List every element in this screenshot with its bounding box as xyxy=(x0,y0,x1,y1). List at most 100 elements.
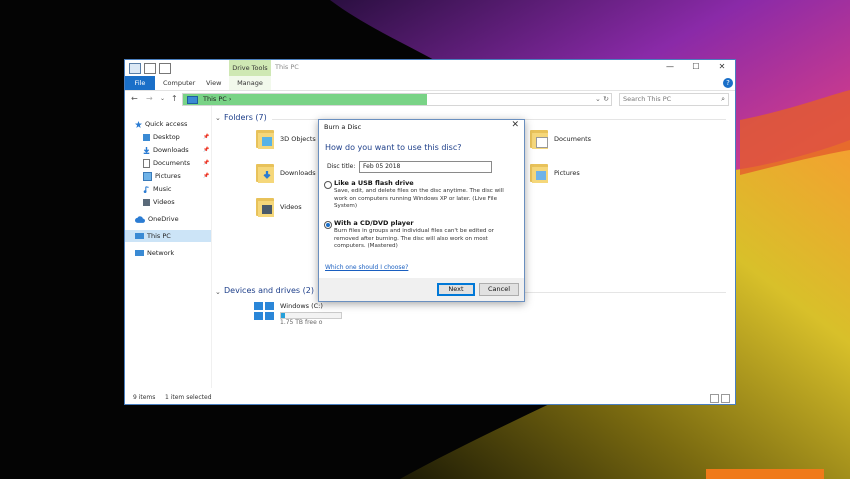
pin-icon: 📌 xyxy=(203,160,210,166)
tab-computer[interactable]: Computer xyxy=(163,76,195,90)
this-pc-icon xyxy=(129,63,141,74)
pictures-icon xyxy=(143,171,152,181)
folder-videos-icon xyxy=(256,196,274,218)
navigation-pane: Quick access Desktop 📌 Downloads 📌 Docum… xyxy=(125,112,211,387)
folder-documents-icon xyxy=(530,128,548,150)
folder-3d-icon xyxy=(256,128,274,150)
videos-icon xyxy=(143,198,150,206)
dialog-question: How do you want to use this disc? xyxy=(325,143,462,152)
pin-icon: 📌 xyxy=(203,173,210,179)
back-arrow-icon[interactable]: ← xyxy=(131,92,138,106)
address-end-controls: ⌄ ↻ xyxy=(595,94,609,105)
folder-videos[interactable]: Videos xyxy=(256,196,302,218)
drive-windows-c[interactable]: Windows (C:) 1.75 TB free o xyxy=(254,302,342,326)
forward-arrow-icon[interactable]: → xyxy=(146,92,153,106)
drive-name: Windows (C:) xyxy=(280,302,323,310)
sidebar-item-label: Downloads xyxy=(153,146,189,154)
large-icons-view-icon[interactable] xyxy=(721,394,730,403)
pin-icon: 📌 xyxy=(203,134,210,140)
title-bar[interactable]: Drive Tools This PC — ☐ ✕ xyxy=(125,60,735,76)
disc-title-label: Disc title: xyxy=(327,163,356,170)
dialog-title: Burn a Disc xyxy=(324,123,362,131)
help-icon[interactable]: ? xyxy=(723,78,733,88)
drive-free-space: 1.75 TB free o xyxy=(280,319,323,326)
address-row: ← → ⌄ ↑ This PC › ⌄ ↻ Search This PC ⌕ xyxy=(125,92,735,106)
quick-access-toolbar xyxy=(129,63,171,74)
computer-icon xyxy=(187,96,198,104)
folder-downloads[interactable]: Downloads xyxy=(256,162,316,184)
option-cd-title[interactable]: With a CD/DVD player xyxy=(334,219,414,227)
up-arrow-icon[interactable]: ↑ xyxy=(171,92,178,106)
dialog-close-icon[interactable]: ✕ xyxy=(511,120,519,130)
document-icon xyxy=(143,158,150,168)
maximize-button[interactable]: ☐ xyxy=(683,60,709,74)
sidebar-item-videos[interactable]: Videos xyxy=(143,197,175,207)
sidebar-item-pictures[interactable]: Pictures xyxy=(143,171,181,181)
address-path[interactable]: This PC › xyxy=(203,94,231,105)
burn-disc-dialog: Burn a Disc ✕ How do you want to use thi… xyxy=(318,119,525,302)
refresh-icon[interactable]: ↻ xyxy=(603,95,609,103)
tab-view[interactable]: View xyxy=(206,76,221,90)
sidebar-item-label: Pictures xyxy=(155,172,181,180)
search-icon[interactable]: ⌕ xyxy=(721,94,725,105)
cancel-button[interactable]: Cancel xyxy=(479,283,519,296)
drive-usage-bar xyxy=(280,312,342,319)
which-one-help-link[interactable]: Which one should I choose? xyxy=(325,264,408,271)
address-dropdown-icon[interactable]: ⌄ xyxy=(595,95,601,103)
next-button[interactable]: Next xyxy=(437,283,475,296)
radio-usb-flash-drive[interactable] xyxy=(324,181,332,189)
search-placeholder: Search This PC xyxy=(623,95,672,103)
folder-pictures[interactable]: Pictures xyxy=(530,162,580,184)
folder-label: Documents xyxy=(554,135,592,143)
windows-logo-icon xyxy=(254,302,274,320)
sidebar-item-this-pc[interactable]: This PC xyxy=(135,231,171,241)
music-note-icon xyxy=(143,185,149,193)
folder-3d-objects[interactable]: 3D Objects xyxy=(256,128,316,150)
recent-locations-icon[interactable]: ⌄ xyxy=(160,92,165,106)
sidebar-item-label: OneDrive xyxy=(148,215,179,223)
sidebar-item-label: Music xyxy=(153,185,172,193)
background-orange-bar xyxy=(706,469,824,479)
tab-manage[interactable]: Manage xyxy=(229,76,271,90)
sidebar-item-label: Documents xyxy=(153,159,191,167)
window-controls: — ☐ ✕ xyxy=(657,60,735,74)
properties-icon[interactable] xyxy=(144,63,156,74)
drive-usage-fill xyxy=(281,313,285,318)
selection-count: 1 item selected xyxy=(165,394,212,401)
sidebar-item-desktop[interactable]: Desktop xyxy=(143,132,180,142)
minimize-button[interactable]: — xyxy=(657,60,683,74)
folders-section-header[interactable]: Folders (7) xyxy=(224,112,267,124)
new-folder-icon[interactable] xyxy=(159,63,171,74)
radio-cd-dvd-player[interactable] xyxy=(324,221,332,229)
window-title: This PC xyxy=(275,63,299,71)
sidebar-item-documents[interactable]: Documents xyxy=(143,158,190,168)
tab-file[interactable]: File xyxy=(125,76,155,90)
disc-title-input[interactable]: Feb 05 2018 xyxy=(359,161,492,173)
chevron-down-icon[interactable]: ⌄ xyxy=(215,112,221,124)
drives-section-header[interactable]: Devices and drives (2) xyxy=(224,285,314,297)
close-button[interactable]: ✕ xyxy=(709,60,735,74)
sidebar-item-label: Network xyxy=(147,249,175,257)
download-arrow-icon xyxy=(143,146,150,154)
desktop-icon xyxy=(143,133,150,141)
dialog-footer: Next Cancel xyxy=(319,278,524,301)
sidebar-item-onedrive[interactable]: OneDrive xyxy=(135,214,179,224)
sidebar-item-label: Quick access xyxy=(145,120,188,128)
sidebar-item-network[interactable]: Network xyxy=(135,248,174,258)
folder-label: Videos xyxy=(280,203,302,211)
folder-pictures-icon xyxy=(530,162,548,184)
item-count: 9 items xyxy=(133,394,156,401)
search-input[interactable]: Search This PC ⌕ xyxy=(619,93,729,106)
star-icon xyxy=(135,120,142,128)
sidebar-item-quick-access[interactable]: Quick access xyxy=(135,119,187,129)
sidebar-item-downloads[interactable]: Downloads xyxy=(143,145,189,155)
folder-downloads-icon xyxy=(256,162,274,184)
option-usb-title[interactable]: Like a USB flash drive xyxy=(334,179,414,187)
details-view-icon[interactable] xyxy=(710,394,719,403)
sidebar-item-music[interactable]: Music xyxy=(143,184,172,194)
address-bar[interactable]: This PC › ⌄ ↻ xyxy=(182,93,612,106)
folder-documents[interactable]: Documents xyxy=(530,128,591,150)
computer-icon xyxy=(135,233,144,239)
chevron-down-icon[interactable]: ⌄ xyxy=(215,286,221,298)
folder-label: 3D Objects xyxy=(280,135,316,143)
